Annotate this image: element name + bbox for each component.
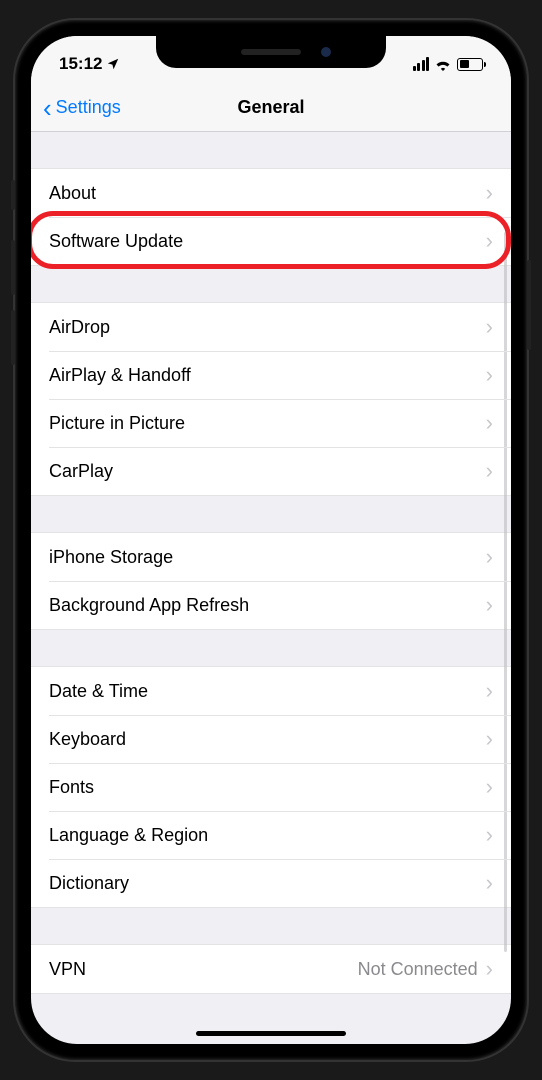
chevron-right-icon: › <box>486 592 493 618</box>
row-label: CarPlay <box>49 461 486 482</box>
notch <box>156 36 386 68</box>
chevron-right-icon: › <box>486 822 493 848</box>
status-time: 15:12 <box>59 54 102 74</box>
row-language-region[interactable]: Language & Region› <box>31 811 511 859</box>
chevron-right-icon: › <box>486 726 493 752</box>
home-indicator[interactable] <box>196 1031 346 1036</box>
chevron-left-icon: ‹ <box>43 95 52 121</box>
row-picture-in-picture[interactable]: Picture in Picture› <box>31 399 511 447</box>
settings-list[interactable]: About›Software Update›AirDrop›AirPlay & … <box>31 132 511 1044</box>
back-label: Settings <box>56 97 121 118</box>
chevron-right-icon: › <box>486 870 493 896</box>
row-label: Picture in Picture <box>49 413 486 434</box>
row-keyboard[interactable]: Keyboard› <box>31 715 511 763</box>
battery-fill <box>460 60 470 68</box>
row-label: Software Update <box>49 231 486 252</box>
volume-up-button[interactable] <box>11 240 15 295</box>
row-label: Background App Refresh <box>49 595 486 616</box>
row-label: VPN <box>49 959 358 980</box>
row-label: Date & Time <box>49 681 486 702</box>
row-background-app-refresh[interactable]: Background App Refresh› <box>31 581 511 629</box>
screen: 15:12 ‹ Settings General About›Software … <box>31 36 511 1044</box>
phone-frame: 15:12 ‹ Settings General About›Software … <box>15 20 527 1060</box>
front-camera <box>321 47 331 57</box>
row-label: Fonts <box>49 777 486 798</box>
chevron-right-icon: › <box>486 956 493 982</box>
chevron-right-icon: › <box>486 228 493 254</box>
settings-group: AirDrop›AirPlay & Handoff›Picture in Pic… <box>31 302 511 496</box>
row-fonts[interactable]: Fonts› <box>31 763 511 811</box>
back-button[interactable]: ‹ Settings <box>43 95 121 121</box>
chevron-right-icon: › <box>486 544 493 570</box>
row-about[interactable]: About› <box>31 169 511 217</box>
row-label: About <box>49 183 486 204</box>
location-icon <box>106 57 120 71</box>
settings-group: Date & Time›Keyboard›Fonts›Language & Re… <box>31 666 511 908</box>
chevron-right-icon: › <box>486 180 493 206</box>
wifi-icon <box>434 58 452 71</box>
chevron-right-icon: › <box>486 678 493 704</box>
settings-group: iPhone Storage›Background App Refresh› <box>31 532 511 630</box>
row-carplay[interactable]: CarPlay› <box>31 447 511 495</box>
row-label: AirPlay & Handoff <box>49 365 486 386</box>
settings-group: About›Software Update› <box>31 168 511 266</box>
row-label: iPhone Storage <box>49 547 486 568</box>
row-software-update[interactable]: Software Update› <box>31 217 511 265</box>
chevron-right-icon: › <box>486 774 493 800</box>
row-label: Language & Region <box>49 825 486 846</box>
cellular-signal-icon <box>413 57 430 71</box>
chevron-right-icon: › <box>486 362 493 388</box>
speaker-grille <box>241 49 301 55</box>
row-airdrop[interactable]: AirDrop› <box>31 303 511 351</box>
mute-switch[interactable] <box>11 180 15 210</box>
row-date-time[interactable]: Date & Time› <box>31 667 511 715</box>
chevron-right-icon: › <box>486 314 493 340</box>
battery-icon <box>457 58 483 71</box>
row-airplay-handoff[interactable]: AirPlay & Handoff› <box>31 351 511 399</box>
chevron-right-icon: › <box>486 458 493 484</box>
row-label: AirDrop <box>49 317 486 338</box>
row-label: Dictionary <box>49 873 486 894</box>
row-dictionary[interactable]: Dictionary› <box>31 859 511 907</box>
row-label: Keyboard <box>49 729 486 750</box>
power-button[interactable] <box>527 260 531 350</box>
settings-group: VPNNot Connected › <box>31 944 511 994</box>
volume-down-button[interactable] <box>11 310 15 365</box>
row-value: Not Connected <box>358 959 478 980</box>
row-iphone-storage[interactable]: iPhone Storage› <box>31 533 511 581</box>
nav-bar: ‹ Settings General <box>31 84 511 132</box>
row-vpn[interactable]: VPNNot Connected › <box>31 945 511 993</box>
chevron-right-icon: › <box>486 410 493 436</box>
